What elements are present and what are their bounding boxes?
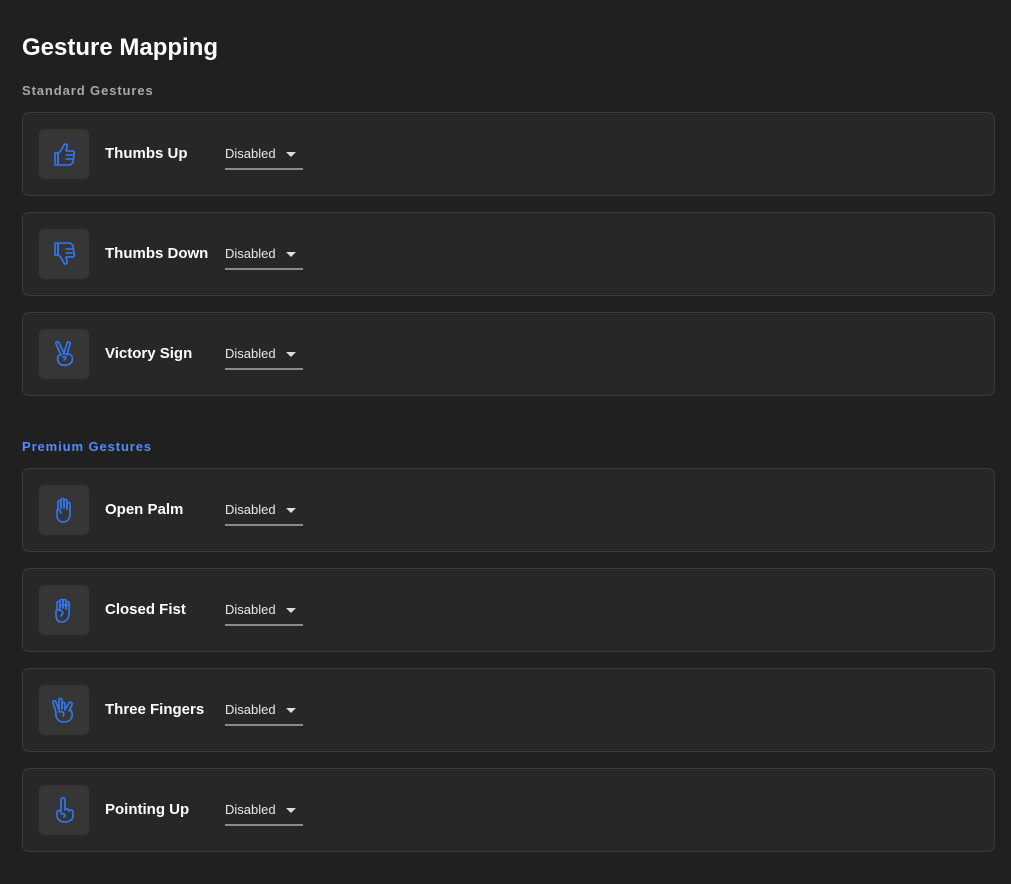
gesture-card-thumbs-down: Thumbs Down Disabled <box>22 212 995 296</box>
pointing-up-icon <box>39 785 89 835</box>
chevron-down-icon <box>286 252 296 257</box>
chevron-down-icon <box>286 808 296 813</box>
gesture-label: Victory Sign <box>105 345 193 362</box>
premium-gestures-heading: Premium Gestures <box>22 439 153 454</box>
selected-mapping: Disabled <box>225 346 276 361</box>
gesture-mapping-select-thumbs-up[interactable]: Disabled <box>225 144 303 170</box>
gesture-card-three-fingers: Three Fingers Disabled <box>22 668 995 752</box>
gesture-card-pointing-up: Pointing Up Disabled <box>22 768 995 852</box>
chevron-down-icon <box>286 352 296 357</box>
selected-mapping: Disabled <box>225 702 276 717</box>
gesture-card-victory-sign: Victory Sign Disabled <box>22 312 995 396</box>
gesture-label: Thumbs Down <box>105 245 209 262</box>
gesture-card-open-palm: Open Palm Disabled <box>22 468 995 552</box>
victory-sign-icon <box>39 329 89 379</box>
gesture-mapping-select-three-fingers[interactable]: Disabled <box>225 700 303 726</box>
chevron-down-icon <box>286 608 296 613</box>
gesture-label: Pointing Up <box>105 801 190 818</box>
gesture-mapping-select-victory-sign[interactable]: Disabled <box>225 344 303 370</box>
chevron-down-icon <box>286 508 296 513</box>
gesture-label: Three Fingers <box>105 701 205 718</box>
selected-mapping: Disabled <box>225 146 276 161</box>
thumbs-down-icon <box>39 229 89 279</box>
gesture-mapping-select-closed-fist[interactable]: Disabled <box>225 600 303 626</box>
three-fingers-icon <box>39 685 89 735</box>
open-palm-icon <box>39 485 89 535</box>
gesture-mapping-page: Gesture Mapping Standard Gestures Thumbs… <box>0 0 1011 884</box>
selected-mapping: Disabled <box>225 246 276 261</box>
gesture-mapping-select-open-palm[interactable]: Disabled <box>225 500 303 526</box>
thumbs-up-icon <box>39 129 89 179</box>
selected-mapping: Disabled <box>225 802 276 817</box>
chevron-down-icon <box>286 152 296 157</box>
standard-gestures-heading: Standard Gestures <box>22 83 154 98</box>
gesture-label: Thumbs Up <box>105 145 188 162</box>
selected-mapping: Disabled <box>225 602 276 617</box>
gesture-label: Closed Fist <box>105 601 186 618</box>
page-title: Gesture Mapping <box>22 34 219 61</box>
gesture-card-closed-fist: Closed Fist Disabled <box>22 568 995 652</box>
gesture-card-thumbs-up: Thumbs Up Disabled <box>22 112 995 196</box>
gesture-label: Open Palm <box>105 501 184 518</box>
closed-fist-icon <box>39 585 89 635</box>
selected-mapping: Disabled <box>225 502 276 517</box>
gesture-mapping-select-thumbs-down[interactable]: Disabled <box>225 244 303 270</box>
chevron-down-icon <box>286 708 296 713</box>
gesture-mapping-select-pointing-up[interactable]: Disabled <box>225 800 303 826</box>
